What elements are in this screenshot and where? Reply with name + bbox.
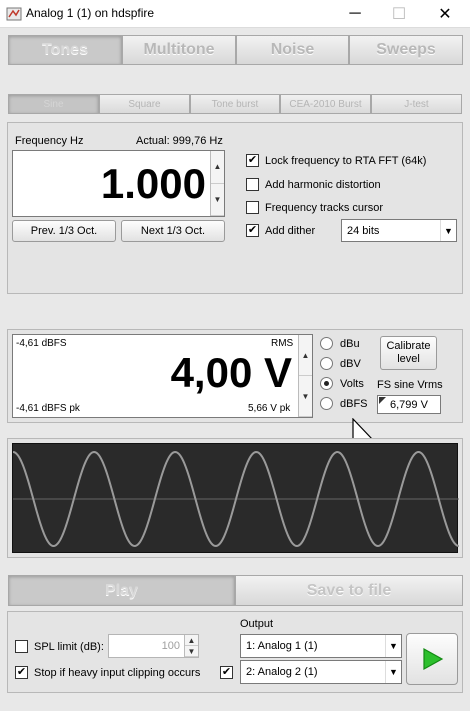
chevron-down-icon[interactable]: ▼ bbox=[385, 635, 401, 657]
spl-limit-field[interactable]: 100 ▲ ▼ bbox=[108, 634, 199, 658]
actual-frequency: Actual: 999,76 Hz bbox=[136, 135, 223, 147]
output-2-checkbox[interactable]: ✔ bbox=[220, 666, 233, 679]
level-dbfs-peak: -4,61 dBFS pk bbox=[16, 403, 80, 414]
spin-down-icon[interactable]: ▼ bbox=[185, 646, 198, 657]
output-label: Output bbox=[240, 618, 274, 630]
unit-dbv-label: dBV bbox=[340, 358, 361, 370]
fs-sine-label: FS sine Vrms bbox=[377, 379, 443, 391]
subtab-cea-2010-burst[interactable]: CEA-2010 Burst bbox=[280, 94, 371, 114]
waveform-svg bbox=[12, 450, 460, 548]
level-spinner[interactable]: ▲ ▼ bbox=[298, 335, 312, 417]
spin-up-icon[interactable]: ▲ bbox=[299, 335, 312, 376]
output-2-select[interactable]: 2: Analog 2 (1) ▼ bbox=[240, 660, 402, 684]
frequency-spinner[interactable]: ▲ ▼ bbox=[210, 151, 224, 216]
harmonic-distortion-label: Add harmonic distortion bbox=[265, 179, 381, 191]
chevron-down-icon[interactable]: ▼ bbox=[440, 220, 456, 241]
lock-frequency-checkbox[interactable]: ✔ bbox=[246, 154, 259, 167]
add-dither-checkbox[interactable]: ✔ bbox=[246, 224, 259, 237]
calibrate-line-2: level bbox=[397, 353, 420, 365]
spin-down-icon[interactable]: ▼ bbox=[299, 376, 312, 417]
subtab-j-test[interactable]: J-test bbox=[371, 94, 462, 114]
spl-spinner[interactable]: ▲ ▼ bbox=[184, 635, 198, 657]
unit-volts-radio[interactable] bbox=[320, 377, 333, 390]
unit-dbu-radio[interactable] bbox=[320, 337, 333, 350]
add-dither-label: Add dither bbox=[265, 225, 316, 237]
level-volts-peak: 5,66 V pk bbox=[248, 403, 291, 414]
tab-sweeps[interactable]: Sweeps bbox=[349, 35, 463, 65]
close-button[interactable]: ✕ bbox=[422, 0, 468, 28]
frequency-tracks-cursor-label: Frequency tracks cursor bbox=[265, 202, 383, 214]
calibrate-line-1: Calibrate bbox=[386, 340, 431, 352]
fs-sine-value[interactable]: 6,799 V bbox=[390, 399, 428, 411]
frequency-label: Frequency Hz bbox=[15, 135, 84, 147]
chevron-down-icon[interactable]: ▼ bbox=[385, 661, 401, 683]
dither-bits-value: 24 bits bbox=[347, 224, 380, 237]
spin-up-icon[interactable]: ▲ bbox=[185, 635, 198, 646]
waveform-display bbox=[12, 443, 460, 553]
frequency-field[interactable]: 1.000 ▲ ▼ bbox=[12, 150, 225, 217]
start-generator-button[interactable] bbox=[406, 633, 458, 685]
sub-tabs: Sine Square Tone burst CEA-2010 Burst J-… bbox=[8, 94, 462, 114]
subtab-sine[interactable]: Sine bbox=[8, 94, 99, 114]
unit-volts-label: Volts bbox=[340, 378, 364, 390]
window-title: Analog 1 (1) on hdspfire bbox=[26, 6, 155, 20]
unit-dbfs-radio[interactable] bbox=[320, 397, 333, 410]
play-button[interactable]: Play bbox=[8, 575, 235, 606]
output-2-value: 2: Analog 2 (1) bbox=[246, 666, 318, 678]
calibrate-level-button[interactable]: Calibrate level bbox=[380, 336, 437, 370]
unit-dbfs-label: dBFS bbox=[340, 398, 368, 410]
play-icon bbox=[423, 647, 444, 671]
spl-limit-checkbox[interactable] bbox=[15, 640, 28, 653]
action-buttons: Play Save to file bbox=[8, 575, 463, 606]
spin-down-icon[interactable]: ▼ bbox=[211, 184, 224, 216]
level-rms-label: RMS bbox=[271, 338, 294, 349]
minimize-button[interactable]: ─ bbox=[332, 0, 378, 28]
spl-limit-value[interactable]: 100 bbox=[109, 635, 184, 657]
level-field[interactable]: -4,61 dBFS RMS 4,00 V -4,61 dBFS pk 5,66… bbox=[12, 334, 313, 418]
tab-tones[interactable]: Tones bbox=[8, 35, 122, 65]
output-1-value: 1: Analog 1 (1) bbox=[246, 640, 318, 652]
stop-clipping-label: Stop if heavy input clipping occurs bbox=[34, 667, 201, 679]
subtab-tone-burst[interactable]: Tone burst bbox=[190, 94, 280, 114]
output-1-select[interactable]: 1: Analog 1 (1) ▼ bbox=[240, 634, 402, 658]
frequency-value[interactable]: 1.000 bbox=[13, 151, 210, 216]
stop-clipping-checkbox[interactable]: ✔ bbox=[15, 666, 28, 679]
maximize-button[interactable]: ☐ bbox=[376, 0, 422, 28]
frequency-tracks-cursor-checkbox[interactable] bbox=[246, 201, 259, 214]
prev-third-octave-button[interactable]: Prev. 1/3 Oct. bbox=[12, 220, 116, 242]
lock-frequency-label: Lock frequency to RTA FFT (64k) bbox=[265, 155, 427, 167]
spl-limit-label: SPL limit (dB): bbox=[34, 641, 104, 653]
main-tabs: Tones Multitone Noise Sweeps bbox=[8, 35, 463, 65]
harmonic-distortion-checkbox[interactable] bbox=[246, 178, 259, 191]
spin-up-icon[interactable]: ▲ bbox=[211, 151, 224, 184]
tab-multitone[interactable]: Multitone bbox=[122, 35, 236, 65]
next-third-octave-button[interactable]: Next 1/3 Oct. bbox=[121, 220, 225, 242]
app-icon bbox=[6, 6, 22, 22]
unit-dbu-label: dBu bbox=[340, 338, 360, 350]
fs-sine-field[interactable]: 6,799 V bbox=[377, 395, 441, 414]
tab-noise[interactable]: Noise bbox=[236, 35, 349, 65]
unit-dbv-radio[interactable] bbox=[320, 357, 333, 370]
dither-bits-select[interactable]: 24 bits ▼ bbox=[341, 219, 457, 242]
subtab-square[interactable]: Square bbox=[99, 94, 190, 114]
title-bar: Analog 1 (1) on hdspfire ─ ☐ ✕ bbox=[0, 0, 470, 28]
level-dbfs: -4,61 dBFS bbox=[16, 338, 67, 349]
level-value[interactable]: 4,00 V bbox=[171, 349, 292, 397]
save-to-file-button[interactable]: Save to file bbox=[235, 575, 463, 606]
